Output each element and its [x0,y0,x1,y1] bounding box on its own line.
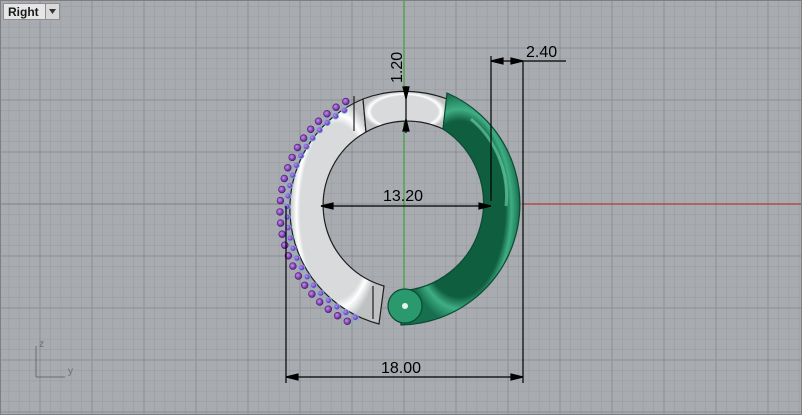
viewport-canvas[interactable]: 1.20 2.40 13.20 18.00 z y [1,1,802,415]
gem [310,281,318,289]
gem [294,272,303,280]
gem [302,143,310,151]
gem [298,264,306,272]
gem [343,317,351,325]
gem [289,262,297,270]
gem [325,296,332,304]
gem [303,273,311,281]
gem [283,203,291,210]
gem [308,290,316,298]
axis-label-y: y [68,366,73,377]
gem [286,182,294,189]
gem [342,97,350,106]
gem [300,134,308,142]
gem [293,254,301,262]
gem [317,289,325,297]
dimension-label-wall: 2.40 [526,44,557,61]
gem [323,110,331,118]
gem [314,117,323,125]
gem [280,174,288,183]
gem [283,213,291,221]
hinge-pin [402,303,408,309]
gem [324,305,332,313]
axis-widget: z y [35,339,73,378]
gem [293,143,302,152]
dimension-label-outer: 18.00 [381,360,421,377]
viewport-title[interactable]: Right [4,5,45,19]
gem [278,230,286,238]
gem [332,112,340,120]
viewport-right[interactable]: 1.20 2.40 13.20 18.00 z y Right [0,0,802,415]
gem [301,281,309,289]
dimension-label-thickness: 1.20 [389,52,406,83]
gem [340,106,348,114]
ring-green-section [398,92,521,326]
gem [289,244,297,252]
gem [292,161,300,169]
gem [323,119,331,127]
gem [316,126,324,134]
gem [276,219,285,227]
dimension-label-inner: 13.20 [383,188,423,205]
gem [309,134,317,142]
gem [332,103,340,111]
gem [286,234,294,242]
axis-label-z: z [39,339,44,350]
gem [288,153,296,162]
gem [276,196,285,205]
gem [342,309,350,316]
gem [289,171,297,179]
gem [297,152,305,160]
viewport-title-tab[interactable]: Right [3,3,60,20]
gem [281,241,289,249]
ring-white-section [289,98,385,325]
gem [351,313,359,321]
gem [284,192,292,200]
gem [278,185,286,194]
gem [307,125,315,134]
gem [316,298,324,306]
triangle-down-icon[interactable] [44,4,59,19]
gem [333,303,341,311]
gem [333,312,342,320]
gem [276,208,284,216]
gem [284,164,292,172]
